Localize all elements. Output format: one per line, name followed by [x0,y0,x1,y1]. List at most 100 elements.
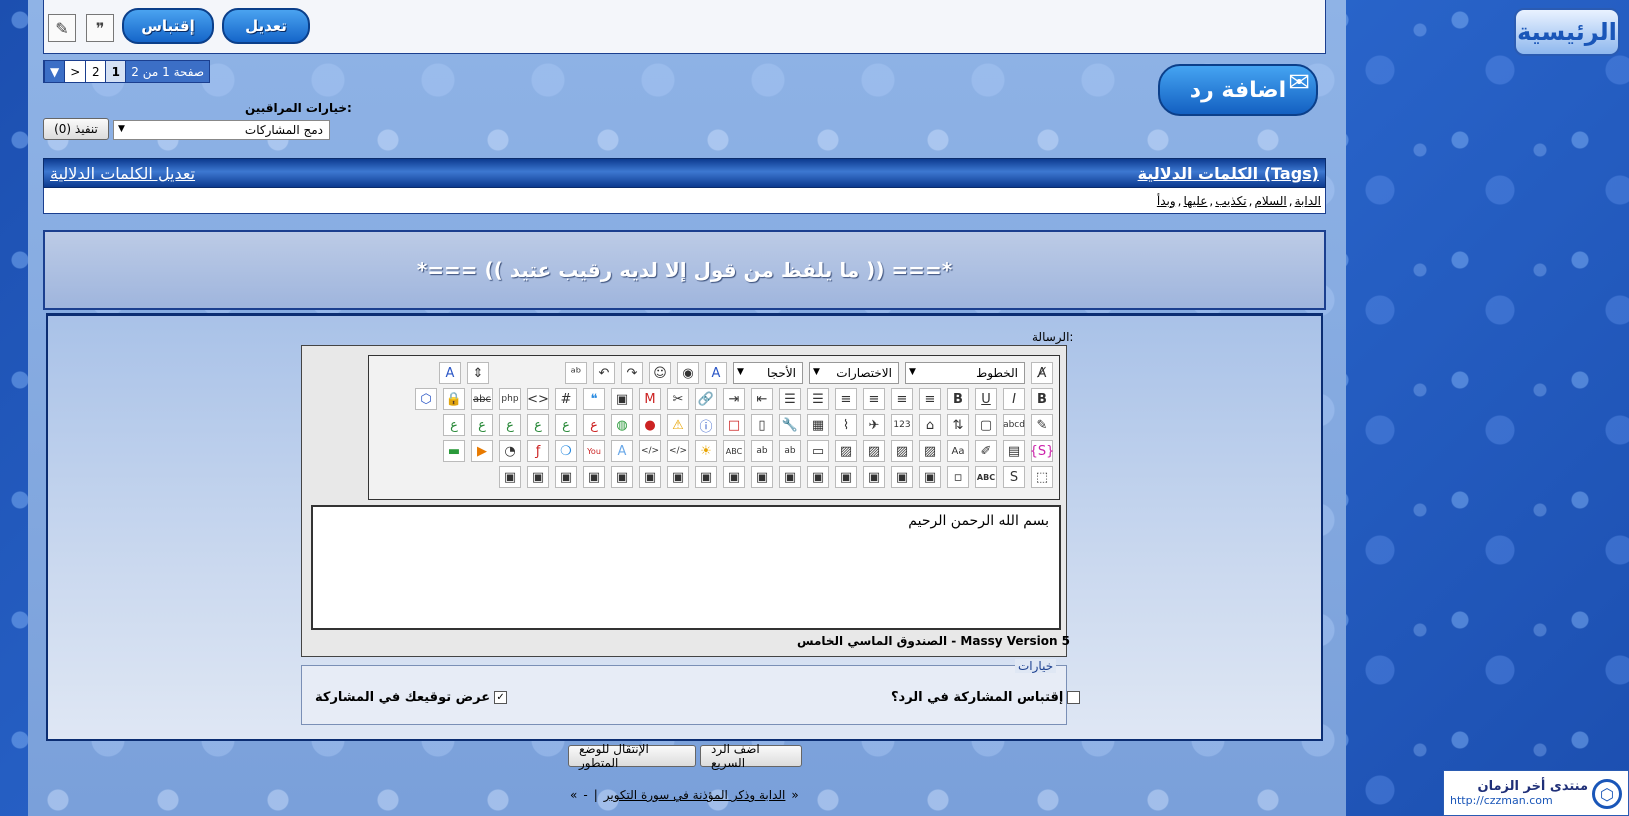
sun-icon[interactable]: ☀ [695,440,717,462]
gallery-c-icon[interactable]: ▨ [863,440,885,462]
underline-icon[interactable]: U [975,388,997,410]
bold-icon[interactable]: B [1031,388,1053,410]
hide-icon[interactable]: ✈ [863,414,885,436]
line-icon[interactable]: ▬ [443,440,465,462]
numbers-icon[interactable]: 123 [891,414,913,436]
moderation-go-button[interactable]: (0) تنفيذ [43,118,109,140]
quote-post-option[interactable]: إقتباس المشاركة في الرد؟ [891,690,1081,705]
unordered-list-icon[interactable]: ☰ [779,388,801,410]
email-icon[interactable]: M [639,388,661,410]
error-icon[interactable]: ● [639,414,661,436]
spellcheck-icon[interactable]: ᵃᵇ [565,362,587,384]
chat-icon[interactable]: ❍ [555,440,577,462]
signature-option[interactable]: ✓ عرض توقيعك في المشاركة [315,690,508,705]
home-button[interactable]: الرئيسية [1514,8,1620,56]
picture-g-icon[interactable]: ▣ [751,466,773,488]
font-select[interactable]: ▼ الخطوط [905,362,1025,384]
resize-icon[interactable]: ⇕ [467,362,489,384]
firefox-icon[interactable]: ◔ [499,440,521,462]
gallery-b-icon[interactable]: ▨ [891,440,913,462]
gallery-a-icon[interactable]: ▨ [919,440,941,462]
youtube-icon[interactable]: You [583,440,605,462]
picture-a-icon[interactable]: ▣ [919,466,941,488]
picture-l-icon[interactable]: ▣ [611,466,633,488]
frame-icon[interactable]: ▢ [975,414,997,436]
prev-thread-link[interactable]: الدابة وذكر المؤذنة في سورة التكوير [604,788,786,802]
redo-icon[interactable]: ↷ [621,362,643,384]
switch-mode-icon[interactable]: A [439,362,461,384]
remove-format-icon[interactable]: A̸ [1031,362,1053,384]
highlight-icon[interactable]: ✐ [975,440,997,462]
arabic-f-icon[interactable]: ع [443,414,465,436]
align-left-icon[interactable]: ≡ [863,388,885,410]
marquee-text-icon[interactable]: abcd [1003,414,1025,436]
signature-checkbox[interactable]: ✓ [494,691,508,704]
css-icon[interactable]: {S} [1030,440,1054,462]
arabic-d-icon[interactable]: ع [499,414,521,436]
paint-icon[interactable]: ✎ [1031,414,1053,436]
shortcut-select[interactable]: ▼ الاختصارات [809,362,899,384]
arabic-a-icon[interactable]: ع [583,414,605,436]
multi-quote-icon[interactable]: ❞ [86,14,114,42]
picture-i-icon[interactable]: ▣ [695,466,717,488]
message-textarea[interactable]: بسم الله الرحمن الرحيم [311,505,1061,630]
tag-b-icon[interactable]: </> [639,440,661,462]
scroll-icon[interactable]: ⌇ [835,414,857,436]
advanced-mode-button[interactable]: الإنتقال للوضع المتطور [568,742,696,770]
code-icon[interactable]: <> [527,388,549,410]
media-icon[interactable]: ▤ [1003,440,1025,462]
warning-icon[interactable]: ⚠ [667,414,689,436]
info-icon[interactable]: ⓘ [695,414,717,436]
tag-link[interactable]: وبدأ [1157,194,1176,208]
edit-tags-link[interactable]: تعديل الكلمات الدلالية [50,164,195,183]
outdent-icon[interactable]: ⇤ [751,388,773,410]
updown-icon[interactable]: ⇅ [947,414,969,436]
picture-f-icon[interactable]: ▣ [779,466,801,488]
lock-icon[interactable]: 🔒 [443,388,465,410]
next-thread-arrow[interactable]: » [570,788,577,802]
edit-button[interactable]: تعديل [222,8,310,44]
mosque-icon[interactable]: ⌂ [919,414,941,436]
add-reply-button[interactable]: اضافة رد ✉ [1158,64,1318,116]
glow-a-icon[interactable]: A [611,440,633,462]
edit-note-icon[interactable]: ✎ [48,14,76,42]
smiley-icon[interactable]: ☺ [649,362,671,384]
tag-link[interactable]: عليها [1183,194,1207,208]
insert-a-icon[interactable]: ⬚ [1031,466,1053,488]
picture-d-icon[interactable]: ▣ [835,466,857,488]
play-icon[interactable]: ▶ [471,440,493,462]
abc-box-icon[interactable]: ABC [723,440,745,462]
shield-icon[interactable]: ⬡ [415,388,437,410]
abc-red-icon[interactable]: ABC [975,466,997,488]
picture-e-icon[interactable]: ▣ [807,466,829,488]
arabic-b-icon[interactable]: ع [555,414,577,436]
picture-k-icon[interactable]: ▣ [639,466,661,488]
s-icon[interactable]: S [1003,466,1025,488]
align-center-icon[interactable]: ≡ [891,388,913,410]
moderation-select[interactable]: ▼ دمج المشاركات [113,120,330,140]
tag-link[interactable]: تكذيب [1215,194,1246,208]
forum-logo[interactable]: منتدى أخر الزمان http://czzman.com ⬡ [1443,770,1629,816]
picture-p-icon[interactable]: ▣ [499,466,521,488]
quote-bubble-icon[interactable]: ❝ [583,388,605,410]
font-color-icon[interactable]: A [705,362,727,384]
next-page-link[interactable]: > [64,61,86,82]
table-icon[interactable]: ▦ [807,414,829,436]
undo-icon[interactable]: ↶ [593,362,615,384]
ab-box-a-icon[interactable]: ab [779,440,801,462]
align-right-icon[interactable]: ≡ [919,388,941,410]
gallery-d-icon[interactable]: ▨ [835,440,857,462]
indent-icon[interactable]: ⇥ [723,388,745,410]
page-2-link[interactable]: 2 [85,61,106,82]
font-aa-icon[interactable]: Aa [947,440,969,462]
picture-h-icon[interactable]: ▣ [723,466,745,488]
globe-icon[interactable]: ◍ [611,414,633,436]
strike-text-icon[interactable]: abc [471,388,493,410]
picture-b-icon[interactable]: ▣ [891,466,913,488]
insert-b-icon[interactable]: ▫ [947,466,969,488]
italic-icon[interactable]: I [1003,388,1025,410]
arabic-c-icon[interactable]: ع [527,414,549,436]
php-icon[interactable]: php [499,388,521,410]
flash-icon[interactable]: ƒ [527,440,549,462]
tag-link[interactable]: الدابة [1295,194,1321,208]
